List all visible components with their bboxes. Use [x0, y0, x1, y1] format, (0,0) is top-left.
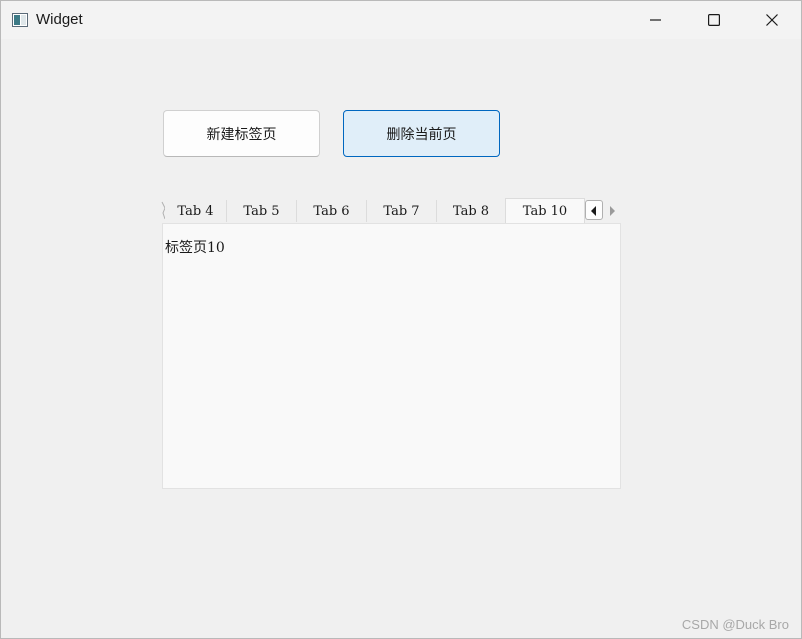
maximize-button[interactable] [685, 1, 743, 39]
tab-scroll-left-button[interactable] [585, 200, 603, 220]
tab-8[interactable]: Tab 8 [436, 200, 505, 222]
tab-10[interactable]: Tab 10 [505, 198, 585, 223]
tab-content-label: 标签页10 [165, 240, 225, 256]
window-title: Widget [36, 11, 83, 28]
tab-content-pane: 标签页10 [162, 223, 621, 489]
title-bar[interactable]: Widget [1, 1, 801, 39]
watermark: CSDN @Duck Bro [681, 617, 789, 632]
maximize-icon [708, 11, 721, 30]
tab-6[interactable]: Tab 6 [296, 200, 366, 222]
triangle-right-icon [608, 201, 616, 220]
tab-bar: Tab 4 Tab 5 Tab 6 Tab 7 Tab 8 Tab 10 [161, 198, 621, 223]
tab-scroll-right-button[interactable] [603, 200, 621, 220]
minimize-button[interactable] [627, 1, 685, 39]
delete-tab-button[interactable]: 删除当前页 [343, 110, 500, 157]
tab-7[interactable]: Tab 7 [366, 200, 436, 222]
close-button[interactable] [743, 1, 801, 39]
app-window: Widget 新建标签页 删除当前页 Tab 4 Tab 5 Tab 6 Tab… [0, 0, 802, 639]
minimize-icon [650, 11, 662, 30]
tab-5[interactable]: Tab 5 [226, 200, 296, 222]
triangle-left-icon [590, 201, 598, 220]
tab-4[interactable]: Tab 4 [165, 200, 226, 222]
app-icon [12, 12, 28, 27]
tab-scroll-buttons [585, 200, 621, 220]
close-icon [766, 11, 778, 30]
new-tab-button[interactable]: 新建标签页 [163, 110, 320, 157]
